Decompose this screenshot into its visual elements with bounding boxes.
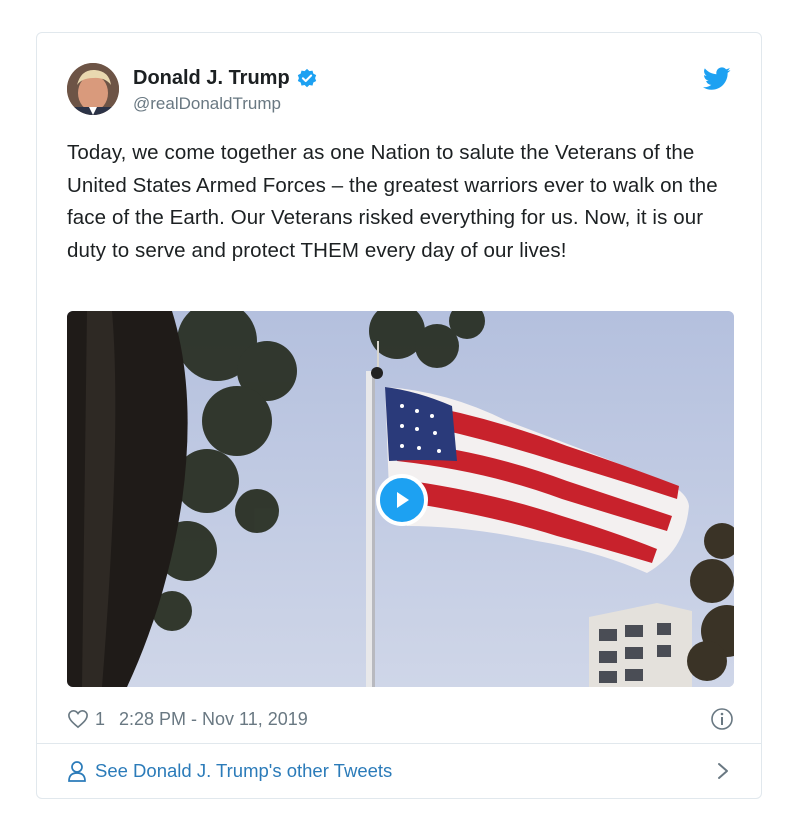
tweet-meta: 1 2:28 PM - Nov 11, 2019 (67, 705, 734, 733)
tweet-card: Donald J. Trump @realDonaldTrump Today, … (36, 32, 762, 799)
author-handle[interactable]: @realDonaldTrump (133, 94, 281, 114)
divider (37, 743, 761, 744)
like-count[interactable]: 1 (95, 709, 105, 730)
avatar[interactable] (67, 63, 119, 115)
author-name[interactable]: Donald J. Trump (133, 67, 290, 90)
avatar-image (67, 63, 119, 115)
person-icon (68, 761, 86, 782)
tweet-text: Today, we come together as one Nation to… (67, 141, 718, 262)
play-button[interactable] (376, 474, 428, 526)
twitter-bird-icon[interactable] (703, 67, 731, 91)
tweet-timestamp[interactable]: 2:28 PM - Nov 11, 2019 (119, 709, 308, 730)
tweet-video[interactable] (67, 311, 734, 687)
verified-badge-icon (297, 68, 316, 87)
chevron-right-icon[interactable] (715, 761, 731, 781)
other-tweets-link[interactable]: See Donald J. Trump's other Tweets (67, 755, 731, 787)
other-tweets-label[interactable]: See Donald J. Trump's other Tweets (95, 760, 392, 782)
info-icon[interactable] (710, 707, 734, 731)
play-icon (397, 492, 409, 508)
heart-icon[interactable] (67, 709, 89, 729)
author-name-row[interactable]: Donald J. Trump (133, 67, 318, 90)
